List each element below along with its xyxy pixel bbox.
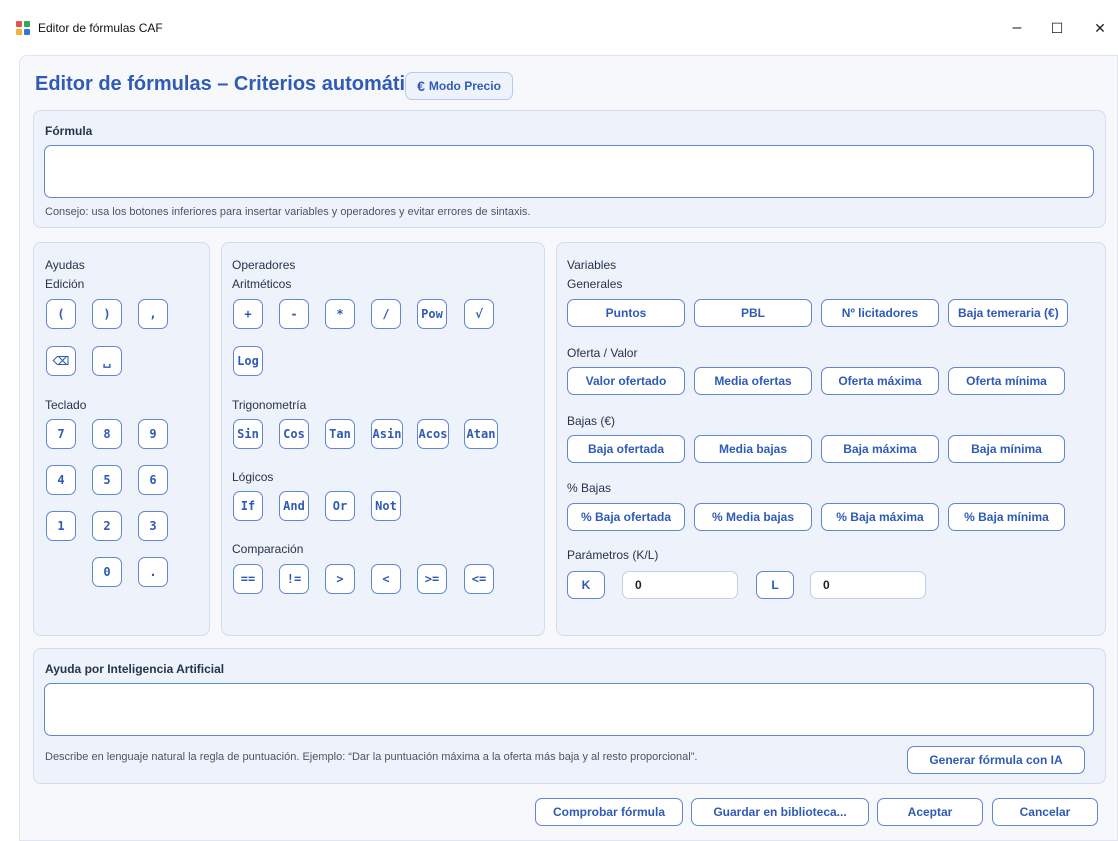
save-library-button[interactable]: Guardar en biblioteca...: [691, 798, 869, 826]
ia-input[interactable]: [44, 683, 1094, 736]
pct-bajas-label: % Bajas: [567, 481, 612, 495]
open-paren-button[interactable]: (: [46, 299, 76, 329]
formula-label: Fórmula: [45, 124, 93, 138]
greater-equal-button[interactable]: >=: [417, 564, 447, 594]
edicion-label: Edición: [45, 277, 85, 291]
param-l-button[interactable]: L: [756, 571, 794, 599]
mode-label: Modo Precio: [428, 79, 501, 93]
var-baja-minima-button[interactable]: Baja mínima: [948, 435, 1065, 463]
accept-button[interactable]: Aceptar: [877, 798, 983, 826]
sqrt-button[interactable]: √: [464, 299, 494, 329]
key-6[interactable]: 6: [138, 465, 168, 495]
key-3[interactable]: 3: [138, 511, 168, 541]
trigonometria-label: Trigonometría: [232, 398, 307, 412]
title-bar: Editor de fórmulas CAF – ☐ ✕: [0, 10, 1118, 46]
close-paren-button[interactable]: ): [92, 299, 122, 329]
key-dot[interactable]: .: [138, 557, 168, 587]
equals-button[interactable]: ==: [233, 564, 263, 594]
key-1[interactable]: 1: [46, 511, 76, 541]
var-baja-maxima-button[interactable]: Baja máxima: [821, 435, 939, 463]
not-equals-button[interactable]: !=: [279, 564, 309, 594]
key-4[interactable]: 4: [46, 465, 76, 495]
and-button[interactable]: And: [279, 491, 309, 521]
key-8[interactable]: 8: [92, 419, 122, 449]
mode-badge[interactable]: € Modo Precio: [405, 72, 513, 100]
minus-button[interactable]: -: [279, 299, 309, 329]
key-5[interactable]: 5: [92, 465, 122, 495]
sin-button[interactable]: Sin: [233, 419, 263, 449]
teclado-label: Teclado: [45, 398, 87, 412]
var-pct-baja-maxima-button[interactable]: % Baja máxima: [821, 503, 939, 531]
var-pct-media-bajas-button[interactable]: % Media bajas: [694, 503, 812, 531]
comma-button[interactable]: ,: [138, 299, 168, 329]
tan-button[interactable]: Tan: [325, 419, 355, 449]
generate-formula-button[interactable]: Generar fórmula con IA: [907, 746, 1085, 774]
comparacion-label: Comparación: [232, 542, 304, 556]
atan-button[interactable]: Atan: [464, 419, 498, 449]
or-button[interactable]: Or: [325, 491, 355, 521]
minimize-button[interactable]: –: [997, 14, 1037, 42]
window-title: Editor de fórmulas CAF: [38, 21, 163, 35]
key-2[interactable]: 2: [92, 511, 122, 541]
plus-button[interactable]: +: [233, 299, 263, 329]
var-pct-baja-minima-button[interactable]: % Baja mínima: [948, 503, 1065, 531]
formula-input[interactable]: [44, 145, 1094, 198]
if-button[interactable]: If: [233, 491, 263, 521]
var-pct-baja-ofertada-button[interactable]: % Baja ofertada: [567, 503, 685, 531]
less-button[interactable]: <: [371, 564, 401, 594]
generales-label: Generales: [567, 277, 623, 291]
var-baja-ofertada-button[interactable]: Baja ofertada: [567, 435, 685, 463]
divide-button[interactable]: /: [371, 299, 401, 329]
oferta-label: Oferta / Valor: [567, 346, 638, 360]
var-oferta-maxima-button[interactable]: Oferta máxima: [821, 367, 939, 395]
var-media-bajas-button[interactable]: Media bajas: [694, 435, 812, 463]
param-k-button[interactable]: K: [567, 571, 605, 599]
backspace-icon[interactable]: ⌫: [46, 346, 76, 376]
key-7[interactable]: 7: [46, 419, 76, 449]
variables-title: Variables: [567, 258, 617, 272]
var-puntos-button[interactable]: Puntos: [567, 299, 685, 327]
var-oferta-minima-button[interactable]: Oferta mínima: [948, 367, 1065, 395]
formula-hint: Consejo: usa los botones inferiores para…: [45, 206, 531, 218]
maximize-button[interactable]: ☐: [1037, 14, 1077, 42]
page-title: Editor de fórmulas – Criterios automátic…: [35, 73, 440, 95]
var-media-ofertas-button[interactable]: Media ofertas: [694, 367, 812, 395]
key-9[interactable]: 9: [138, 419, 168, 449]
var-licitadores-button[interactable]: Nº licitadores: [821, 299, 939, 327]
params-label: Parámetros (K/L): [567, 548, 659, 562]
ayudas-title: Ayudas: [45, 258, 85, 272]
less-equal-button[interactable]: <=: [464, 564, 494, 594]
close-button[interactable]: ✕: [1080, 14, 1118, 42]
app-icon: [16, 21, 30, 35]
operadores-title: Operadores: [232, 258, 296, 272]
var-baja-temeraria-button[interactable]: Baja temeraria (€): [948, 299, 1068, 327]
acos-button[interactable]: Acos: [417, 419, 449, 449]
var-pbl-button[interactable]: PBL: [694, 299, 812, 327]
var-valor-ofertado-button[interactable]: Valor ofertado: [567, 367, 685, 395]
ia-hint: Describe en lenguaje natural la regla de…: [45, 751, 698, 763]
ia-label: Ayuda por Inteligencia Artificial: [45, 662, 225, 676]
bajas-label: Bajas (€): [567, 414, 616, 428]
cancel-button[interactable]: Cancelar: [992, 798, 1098, 826]
cos-button[interactable]: Cos: [279, 419, 309, 449]
asin-button[interactable]: Asin: [371, 419, 403, 449]
greater-button[interactable]: >: [325, 564, 355, 594]
multiply-button[interactable]: *: [325, 299, 355, 329]
not-button[interactable]: Not: [371, 491, 401, 521]
aritmeticos-label: Aritméticos: [232, 277, 292, 291]
euro-icon: €: [417, 78, 425, 94]
pow-button[interactable]: Pow: [417, 299, 447, 329]
param-l-input[interactable]: 0: [810, 571, 926, 599]
key-0[interactable]: 0: [92, 557, 122, 587]
param-k-input[interactable]: 0: [622, 571, 738, 599]
check-formula-button[interactable]: Comprobar fórmula: [535, 798, 683, 826]
logicos-label: Lógicos: [232, 470, 274, 484]
log-button[interactable]: Log: [233, 346, 263, 376]
space-icon[interactable]: ␣: [92, 346, 122, 376]
